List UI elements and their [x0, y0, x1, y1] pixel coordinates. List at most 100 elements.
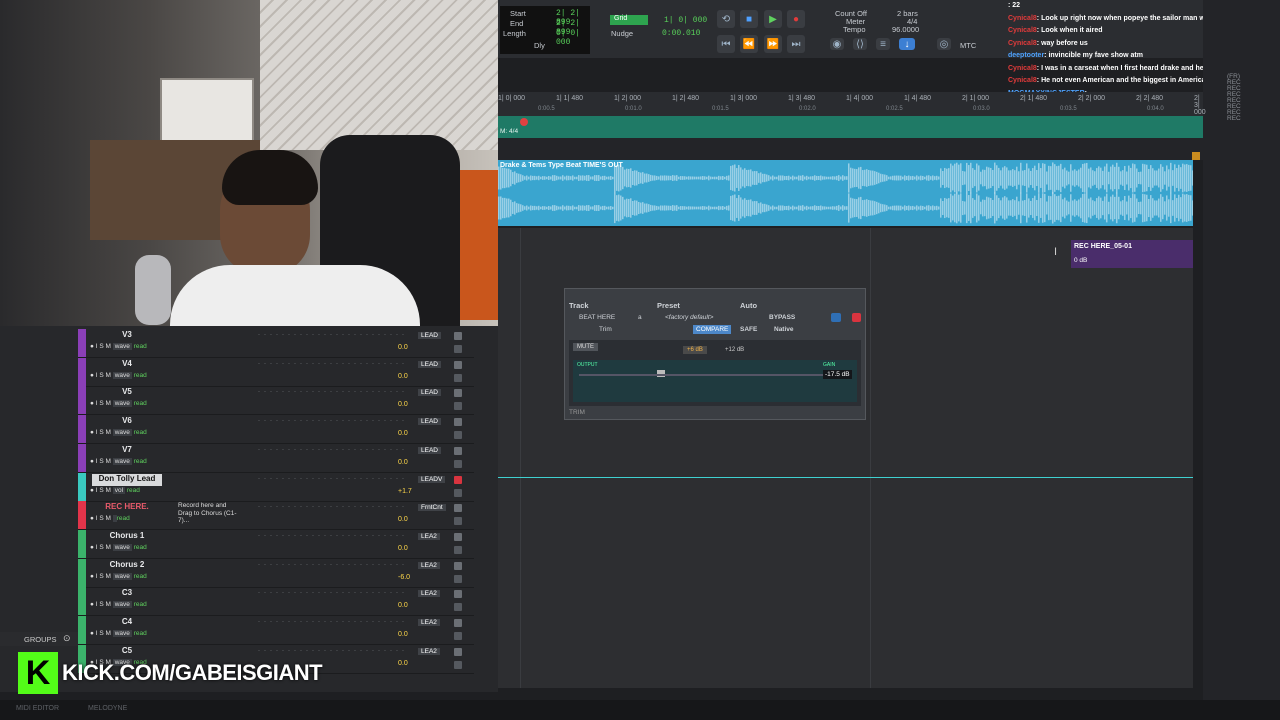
track-buttons[interactable]: ● I S M wave read — [90, 543, 147, 551]
nudge-label[interactable]: Nudge — [611, 29, 633, 38]
chat-username[interactable]: Cynical8 — [1008, 40, 1037, 47]
track-name[interactable]: C4 — [92, 617, 162, 629]
track-record-icon[interactable] — [454, 590, 462, 599]
automation-mode[interactable]: read — [134, 573, 147, 580]
track-buttons[interactable]: ● I S M wave read — [90, 601, 147, 609]
track-buttons[interactable]: ● I S M wave read — [90, 400, 147, 408]
track-output[interactable]: LEAD — [418, 418, 441, 426]
track-buttons[interactable]: ● I S M vol read — [90, 486, 140, 494]
online-icon[interactable]: ↓ — [899, 38, 915, 50]
gain-plus6-button[interactable]: +6 dB — [683, 346, 707, 354]
insert-slots[interactable]: ························· — [258, 476, 404, 484]
track-name[interactable]: V6 — [92, 416, 162, 428]
track-volume[interactable]: 0.0 — [398, 430, 408, 437]
track-buttons[interactable]: ● I S M read — [90, 515, 130, 523]
automation-mode[interactable]: read — [127, 487, 140, 494]
track-row[interactable]: REC HERE. ● I S M read ···················… — [78, 501, 474, 531]
track-volume[interactable]: -6.0 — [398, 574, 410, 581]
track-volume[interactable]: 0.0 — [398, 401, 408, 408]
track-buttons[interactable]: ● I S M wave read — [90, 343, 147, 350]
plugin-name[interactable]: Trim — [599, 326, 612, 333]
insert-slots[interactable]: ························· — [258, 619, 404, 627]
play-icon[interactable]: ▶ — [764, 10, 782, 28]
track-record-icon[interactable] — [454, 446, 462, 455]
track-volume[interactable]: 0.0 — [398, 516, 408, 523]
marker-ruler[interactable] — [498, 138, 1203, 160]
track-name[interactable]: REC HERE. — [92, 502, 162, 514]
track-record-icon[interactable] — [454, 475, 462, 484]
track-buttons[interactable]: ● I S M wave read — [90, 371, 147, 379]
track-output[interactable]: LEA2 — [418, 561, 440, 569]
track-buttons[interactable]: ● I S M wave read — [90, 630, 147, 637]
track-row[interactable]: V4 ● I S M wave read ·····················… — [78, 357, 474, 387]
loop-icon[interactable]: ⟲ — [717, 10, 735, 28]
track-record-icon[interactable] — [454, 647, 462, 656]
plugin-slot[interactable]: a — [638, 314, 642, 321]
go-to-end-icon[interactable]: ⏭ — [787, 35, 805, 53]
timeline-ruler[interactable]: 1| 0| 000 1| 1| 480 1| 2| 000 1| 2| 480 1| 3… — [498, 92, 1206, 116]
track-output[interactable]: LEA2 — [418, 532, 440, 540]
mtc-label[interactable]: MTC — [960, 41, 976, 50]
track-view-select[interactable]: wave — [112, 572, 132, 580]
automation-mode[interactable]: read — [134, 429, 147, 436]
track-view-select[interactable]: wave — [112, 457, 132, 465]
track-output[interactable]: LEA2 — [418, 590, 440, 598]
rewind-icon[interactable]: ⏪ — [740, 35, 758, 53]
grid-label[interactable]: Grid — [610, 15, 648, 25]
automation-mode[interactable]: read — [134, 458, 147, 465]
groups-header[interactable]: GROUPS ⊙ — [0, 632, 78, 646]
track-output[interactable]: LEA2 — [418, 619, 440, 626]
track-output[interactable]: FrntCnt — [418, 504, 446, 512]
insert-slots[interactable]: ························· — [258, 533, 404, 541]
track-row[interactable]: V7 ● I S M wave read ·····················… — [78, 443, 474, 473]
stop-icon[interactable]: ■ — [740, 10, 758, 28]
compare-button[interactable]: COMPARE — [693, 325, 732, 334]
track-output[interactable]: LEAD — [418, 360, 441, 368]
insert-slots[interactable]: ························· — [258, 562, 404, 570]
rec-region[interactable]: REC HERE_05-01 0 dB — [1071, 240, 1193, 268]
track-volume[interactable]: 0.0 — [398, 631, 408, 638]
track-row[interactable]: V3 ● I S M wave read ·····················… — [78, 329, 474, 358]
track-name[interactable]: V5 — [92, 387, 162, 399]
track-volume[interactable]: 0.0 — [398, 545, 408, 552]
track-row[interactable]: Chorus 2 ● I S M wave read ···············… — [78, 558, 474, 588]
track-volume[interactable]: 0.0 — [398, 344, 408, 351]
track-output[interactable]: LEAD — [418, 389, 441, 397]
track-volume[interactable]: 0.0 — [398, 660, 408, 667]
track-output[interactable]: LEAD — [418, 446, 441, 454]
automation-mode[interactable]: read — [134, 630, 147, 637]
track-row[interactable]: Don Tolly Lead ● I S M vol read ··········… — [78, 472, 474, 502]
track-row[interactable]: C3 ● I S M wave read ·····················… — [78, 587, 474, 617]
record-icon[interactable]: ● — [787, 10, 805, 28]
track-view-select[interactable]: wave — [112, 630, 132, 637]
midi-merge-icon[interactable]: ⟨⟩ — [853, 38, 867, 50]
track-volume[interactable]: +1.7 — [398, 488, 412, 495]
length-value[interactable]: 0| 0| 000 — [556, 29, 590, 47]
dly-label[interactable]: Dly — [534, 41, 545, 50]
click-icon[interactable]: ◉ — [830, 38, 844, 50]
track-view-select[interactable]: wave — [112, 543, 132, 551]
automation-mode[interactable]: read — [134, 601, 147, 608]
clip-marker-icon[interactable] — [1192, 152, 1200, 160]
track-volume[interactable]: 0.0 — [398, 459, 408, 466]
safe-button[interactable]: SAFE — [740, 326, 757, 333]
chat-username[interactable]: Cynical8 — [1008, 77, 1037, 84]
bypass-button[interactable]: BYPASS — [769, 314, 795, 321]
chat-username[interactable]: Cynical8 — [1008, 15, 1037, 22]
chat-username[interactable]: Cynical8 — [1008, 27, 1037, 34]
track-record-icon[interactable] — [454, 561, 462, 570]
track-output[interactable]: LEADV — [418, 475, 446, 483]
insert-slots[interactable]: ························· — [258, 389, 404, 397]
track-view-select[interactable]: wave — [112, 601, 132, 609]
meter-tempo-track[interactable]: M: 4/4 — [498, 116, 1203, 138]
track-name[interactable]: V4 — [92, 359, 162, 371]
track-record-icon[interactable] — [454, 619, 462, 627]
automation-mode[interactable]: read — [134, 343, 147, 350]
rewind-start-icon[interactable]: ⏮ — [717, 35, 735, 53]
track-output[interactable]: LEA2 — [418, 647, 440, 655]
track-view-select[interactable]: wave — [112, 371, 132, 379]
track-name[interactable]: V7 — [92, 445, 162, 457]
automation-mode[interactable]: read — [117, 515, 130, 522]
sync-icon[interactable]: ◎ — [937, 38, 951, 50]
track-volume[interactable]: 0.0 — [398, 373, 408, 380]
